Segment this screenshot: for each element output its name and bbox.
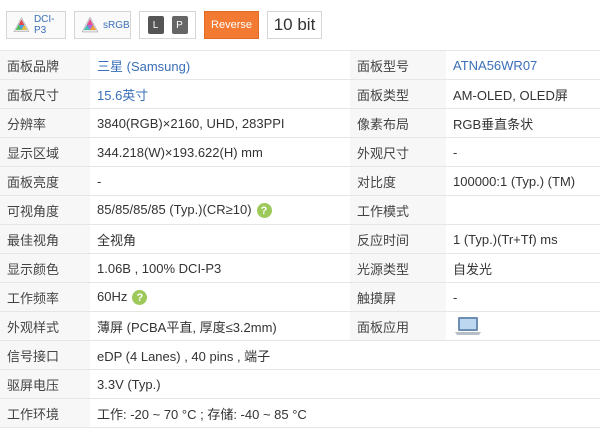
table-row: 外观样式 薄屏 (PCBA平直, 厚度≤3.2mm) 面板应用 [0, 311, 600, 341]
brightness-value: - [90, 166, 350, 196]
driving-voltage-value: 3.3V (Typ.) [90, 369, 600, 399]
display-area-label: 显示区域 [0, 137, 90, 167]
viewing-angle-cell: 85/85/85/85 (Typ.)(CR≥10)? [90, 195, 350, 225]
help-icon[interactable]: ? [256, 203, 272, 219]
frequency-cell: 60Hz? [90, 282, 350, 312]
table-row: 工作环境 工作: -20 ~ 70 °C ; 存储: -40 ~ 85 °C [0, 398, 600, 428]
light-source-value: 自发光 [446, 253, 600, 283]
panel-spec-page: DCI-P3 sRGB L P Reverse 10 bit 面板品牌 三星 (… [0, 0, 600, 431]
color-gamut-triangle-icon [81, 16, 99, 33]
contrast-label: 对比度 [350, 166, 446, 196]
resolution-label: 分辨率 [0, 108, 90, 138]
dci-p3-label: DCI-P3 [33, 14, 55, 36]
viewing-angle-value: 85/85/85/85 (Typ.)(CR≥10) [97, 201, 252, 217]
frequency-value: 60Hz [97, 288, 128, 304]
table-row: 面板亮度 - 对比度 100000:1 (Typ.) (TM) [0, 166, 600, 196]
touchscreen-label: 触摸屏 [350, 282, 446, 312]
table-row: 显示区域 344.218(W)×193.622(H) mm 外观尺寸 - [0, 137, 600, 167]
panel-type-label: 面板类型 [350, 79, 446, 109]
table-row: 工作频率 60Hz? 触摸屏 - [0, 282, 600, 312]
table-row: 驱屏电压 3.3V (Typ.) [0, 369, 600, 399]
work-mode-value [446, 195, 600, 225]
panel-application-cell [446, 311, 600, 341]
lp-badge[interactable]: L P [139, 11, 196, 39]
display-area-value: 344.218(W)×193.622(H) mm [90, 137, 350, 167]
response-time-label: 反应时间 [350, 224, 446, 254]
spec-table: 面板品牌 三星 (Samsung) 面板型号 ATNA56WR07 面板尺寸 1… [0, 50, 600, 428]
table-row: 信号接口 eDP (4 Lanes) , 40 pins , 端子 [0, 340, 600, 370]
appearance-label: 外观样式 [0, 311, 90, 341]
pixel-layout-value: RGB垂直条状 [446, 108, 600, 138]
table-row: 面板尺寸 15.6英寸 面板类型 AM-OLED, OLED屏 [0, 79, 600, 109]
best-view-label: 最佳视角 [0, 224, 90, 254]
srgb-badge[interactable]: sRGB [74, 11, 131, 39]
appearance-value: 薄屏 (PCBA平直, 厚度≤3.2mm) [90, 311, 350, 341]
touchscreen-value: - [446, 282, 600, 312]
laptop-icon[interactable] [453, 315, 483, 337]
help-icon[interactable]: ? [132, 290, 148, 306]
srgb-label: sRGB [103, 19, 130, 31]
best-view-value: 全视角 [90, 224, 350, 254]
environment-label: 工作环境 [0, 398, 90, 428]
table-row: 分辨率 3840(RGB)×2160, UHD, 283PPI 像素布局 RGB… [0, 108, 600, 138]
contrast-value: 100000:1 (Typ.) (TM) [446, 166, 600, 196]
l-key: L [147, 16, 164, 34]
frequency-label: 工作频率 [0, 282, 90, 312]
work-mode-label: 工作模式 [350, 195, 446, 225]
panel-size-label: 面板尺寸 [0, 79, 90, 109]
panel-type-value: AM-OLED, OLED屏 [446, 79, 600, 109]
outline-size-label: 外观尺寸 [350, 137, 446, 167]
panel-model-link[interactable]: ATNA56WR07 [446, 50, 600, 80]
light-source-label: 光源类型 [350, 253, 446, 283]
signal-interface-value: eDP (4 Lanes) , 40 pins , 端子 [90, 340, 600, 370]
response-time-value: 1 (Typ.)(Tr+Tf) ms [446, 224, 600, 254]
display-colors-label: 显示颜色 [0, 253, 90, 283]
display-colors-value: 1.06B , 100% DCI-P3 [90, 253, 350, 283]
table-row: 显示颜色 1.06B , 100% DCI-P3 光源类型 自发光 [0, 253, 600, 283]
panel-application-label: 面板应用 [350, 311, 446, 341]
pixel-layout-label: 像素布局 [350, 108, 446, 138]
signal-interface-label: 信号接口 [0, 340, 90, 370]
environment-value: 工作: -20 ~ 70 °C ; 存储: -40 ~ 85 °C [90, 398, 600, 428]
ten-bit-badge[interactable]: 10 bit [267, 11, 322, 39]
panel-brand-label: 面板品牌 [0, 50, 90, 80]
color-gamut-triangle-icon [13, 16, 30, 32]
brightness-label: 面板亮度 [0, 166, 90, 196]
resolution-value: 3840(RGB)×2160, UHD, 283PPI [90, 108, 350, 138]
feature-badges: DCI-P3 sRGB L P Reverse 10 bit [0, 0, 600, 50]
driving-voltage-label: 驱屏电压 [0, 369, 90, 399]
table-row: 可视角度 85/85/85/85 (Typ.)(CR≥10)? 工作模式 [0, 195, 600, 225]
reverse-badge[interactable]: Reverse [204, 11, 259, 39]
ten-bit-label: 10 bit [273, 15, 316, 34]
viewing-angle-label: 可视角度 [0, 195, 90, 225]
panel-brand-link[interactable]: 三星 (Samsung) [90, 50, 350, 80]
table-row: 最佳视角 全视角 反应时间 1 (Typ.)(Tr+Tf) ms [0, 224, 600, 254]
dci-p3-badge[interactable]: DCI-P3 [6, 11, 66, 39]
outline-size-value: - [446, 137, 600, 167]
p-key: P [171, 16, 188, 34]
reverse-label: Reverse [211, 19, 252, 31]
panel-model-label: 面板型号 [350, 50, 446, 80]
table-row: 面板品牌 三星 (Samsung) 面板型号 ATNA56WR07 [0, 50, 600, 80]
panel-size-link[interactable]: 15.6英寸 [90, 79, 350, 109]
